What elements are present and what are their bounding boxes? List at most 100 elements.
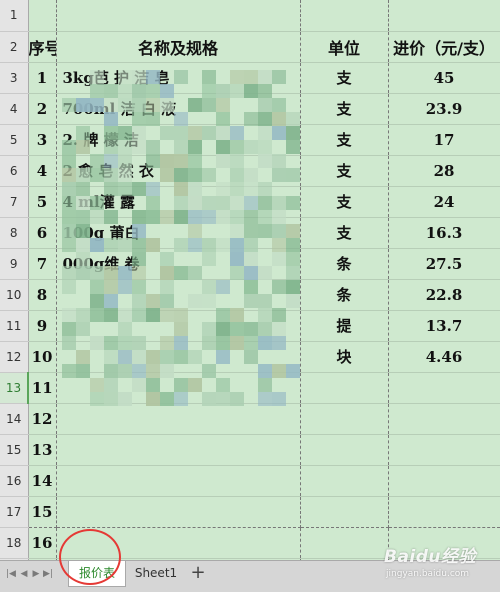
cell-unit[interactable]: 单位: [300, 31, 389, 63]
cell-unit[interactable]: [300, 527, 389, 559]
cell-seq[interactable]: 序号: [28, 31, 57, 63]
cell-unit[interactable]: 支: [300, 186, 389, 218]
cell-name[interactable]: 3kg芭 护 洁 皂: [56, 62, 301, 94]
cell-price[interactable]: 22.8: [388, 279, 500, 311]
cell-unit[interactable]: 支: [300, 62, 389, 94]
cell-price[interactable]: 24: [388, 186, 500, 218]
cell-unit[interactable]: 支: [300, 155, 389, 187]
cell-price[interactable]: [388, 0, 500, 32]
cell-price[interactable]: [388, 372, 500, 404]
cell-name[interactable]: [56, 465, 301, 497]
cell-name[interactable]: 2. 牌 檬 洁: [56, 124, 301, 156]
row-header[interactable]: 15: [0, 434, 29, 466]
cell-name[interactable]: [56, 341, 301, 373]
cell-name[interactable]: [56, 372, 301, 404]
cell-name[interactable]: 2 愈 皂 然 衣: [56, 155, 301, 187]
row-header[interactable]: 3: [0, 62, 29, 94]
table-row: 12 10 块 4.46: [0, 341, 500, 373]
cell-name[interactable]: [56, 434, 301, 466]
cell-name[interactable]: [56, 279, 301, 311]
cell-unit[interactable]: [300, 403, 389, 435]
cell-seq[interactable]: 11: [28, 372, 57, 404]
cell-seq[interactable]: 2: [28, 93, 57, 125]
row-header[interactable]: 9: [0, 248, 29, 280]
cell-price[interactable]: [388, 465, 500, 497]
cell-unit[interactable]: 提: [300, 310, 389, 342]
cell-name[interactable]: [56, 496, 301, 528]
cell-name[interactable]: 700ml 洁 白 液: [56, 93, 301, 125]
row-header[interactable]: 2: [0, 31, 29, 63]
row-header[interactable]: 8: [0, 217, 29, 249]
cell-unit[interactable]: 支: [300, 93, 389, 125]
cell-price[interactable]: 27.5: [388, 248, 500, 280]
cell-name[interactable]: 名称及规格: [56, 31, 301, 63]
row-header[interactable]: 6: [0, 155, 29, 187]
row-header[interactable]: 10: [0, 279, 29, 311]
cell-price[interactable]: [388, 434, 500, 466]
cell-seq[interactable]: 4: [28, 155, 57, 187]
cell-unit[interactable]: 支: [300, 124, 389, 156]
last-sheet-icon[interactable]: ▶|: [43, 567, 53, 581]
cell-seq[interactable]: 12: [28, 403, 57, 435]
cell-price[interactable]: 17: [388, 124, 500, 156]
cell-price[interactable]: 13.7: [388, 310, 500, 342]
row-header[interactable]: 12: [0, 341, 29, 373]
cell-name[interactable]: 100g 莆白: [56, 217, 301, 249]
row-header[interactable]: 4: [0, 93, 29, 125]
row-header[interactable]: 7: [0, 186, 29, 218]
spreadsheet-grid[interactable]: 12序号名称及规格单位进价（元/支）313kg芭 护 洁 皂支4542700ml…: [0, 0, 500, 560]
cell-unit[interactable]: [300, 496, 389, 528]
cell-seq[interactable]: 3: [28, 124, 57, 156]
row-header[interactable]: 5: [0, 124, 29, 156]
cell-seq[interactable]: 9: [28, 310, 57, 342]
cell-name[interactable]: 4 ml灌 露: [56, 186, 301, 218]
cell-seq[interactable]: 16: [28, 527, 57, 559]
cell-seq[interactable]: 5: [28, 186, 57, 218]
add-sheet-icon[interactable]: +: [188, 562, 208, 586]
cell-seq[interactable]: 6: [28, 217, 57, 249]
cell-unit[interactable]: 支: [300, 217, 389, 249]
cell-seq[interactable]: 7: [28, 248, 57, 280]
cell-unit[interactable]: 条: [300, 248, 389, 280]
cell-unit[interactable]: 块: [300, 341, 389, 373]
cell-price[interactable]: 28: [388, 155, 500, 187]
prev-sheet-icon[interactable]: ◀: [19, 567, 29, 581]
cell-price[interactable]: [388, 403, 500, 435]
tab-quote-sheet[interactable]: 报价表: [68, 561, 126, 587]
cell-seq[interactable]: 14: [28, 465, 57, 497]
cell-seq[interactable]: 13: [28, 434, 57, 466]
cell-price[interactable]: [388, 527, 500, 559]
cell-unit[interactable]: 条: [300, 279, 389, 311]
cell-name[interactable]: [56, 310, 301, 342]
row-header[interactable]: 1: [0, 0, 29, 32]
row-header[interactable]: 18: [0, 527, 29, 559]
cell-price[interactable]: 16.3: [388, 217, 500, 249]
row-header[interactable]: 14: [0, 403, 29, 435]
cell-unit[interactable]: [300, 434, 389, 466]
row-header[interactable]: 17: [0, 496, 29, 528]
cell-unit[interactable]: [300, 372, 389, 404]
next-sheet-icon[interactable]: ▶: [31, 567, 41, 581]
cell-unit[interactable]: [300, 0, 389, 32]
cell-price[interactable]: 4.46: [388, 341, 500, 373]
row-header[interactable]: 16: [0, 465, 29, 497]
cell-unit[interactable]: [300, 465, 389, 497]
cell-seq[interactable]: 10: [28, 341, 57, 373]
cell-seq[interactable]: 8: [28, 279, 57, 311]
cell-name[interactable]: 000g维 卷: [56, 248, 301, 280]
cell-seq[interactable]: 1: [28, 62, 57, 94]
cell-name[interactable]: [56, 403, 301, 435]
row-header[interactable]: 11: [0, 310, 29, 342]
cell-price[interactable]: [388, 496, 500, 528]
row-header[interactable]: 13: [0, 372, 29, 404]
cell-seq[interactable]: [28, 0, 57, 32]
cell-price[interactable]: 进价（元/支）: [388, 31, 500, 63]
cell-price[interactable]: 23.9: [388, 93, 500, 125]
table-row: 16 14: [0, 465, 500, 497]
cell-name[interactable]: [56, 0, 301, 32]
cell-name[interactable]: [56, 527, 301, 559]
first-sheet-icon[interactable]: |◀: [6, 567, 16, 581]
cell-price[interactable]: 45: [388, 62, 500, 94]
tab-sheet1[interactable]: Sheet1: [130, 561, 182, 587]
cell-seq[interactable]: 15: [28, 496, 57, 528]
